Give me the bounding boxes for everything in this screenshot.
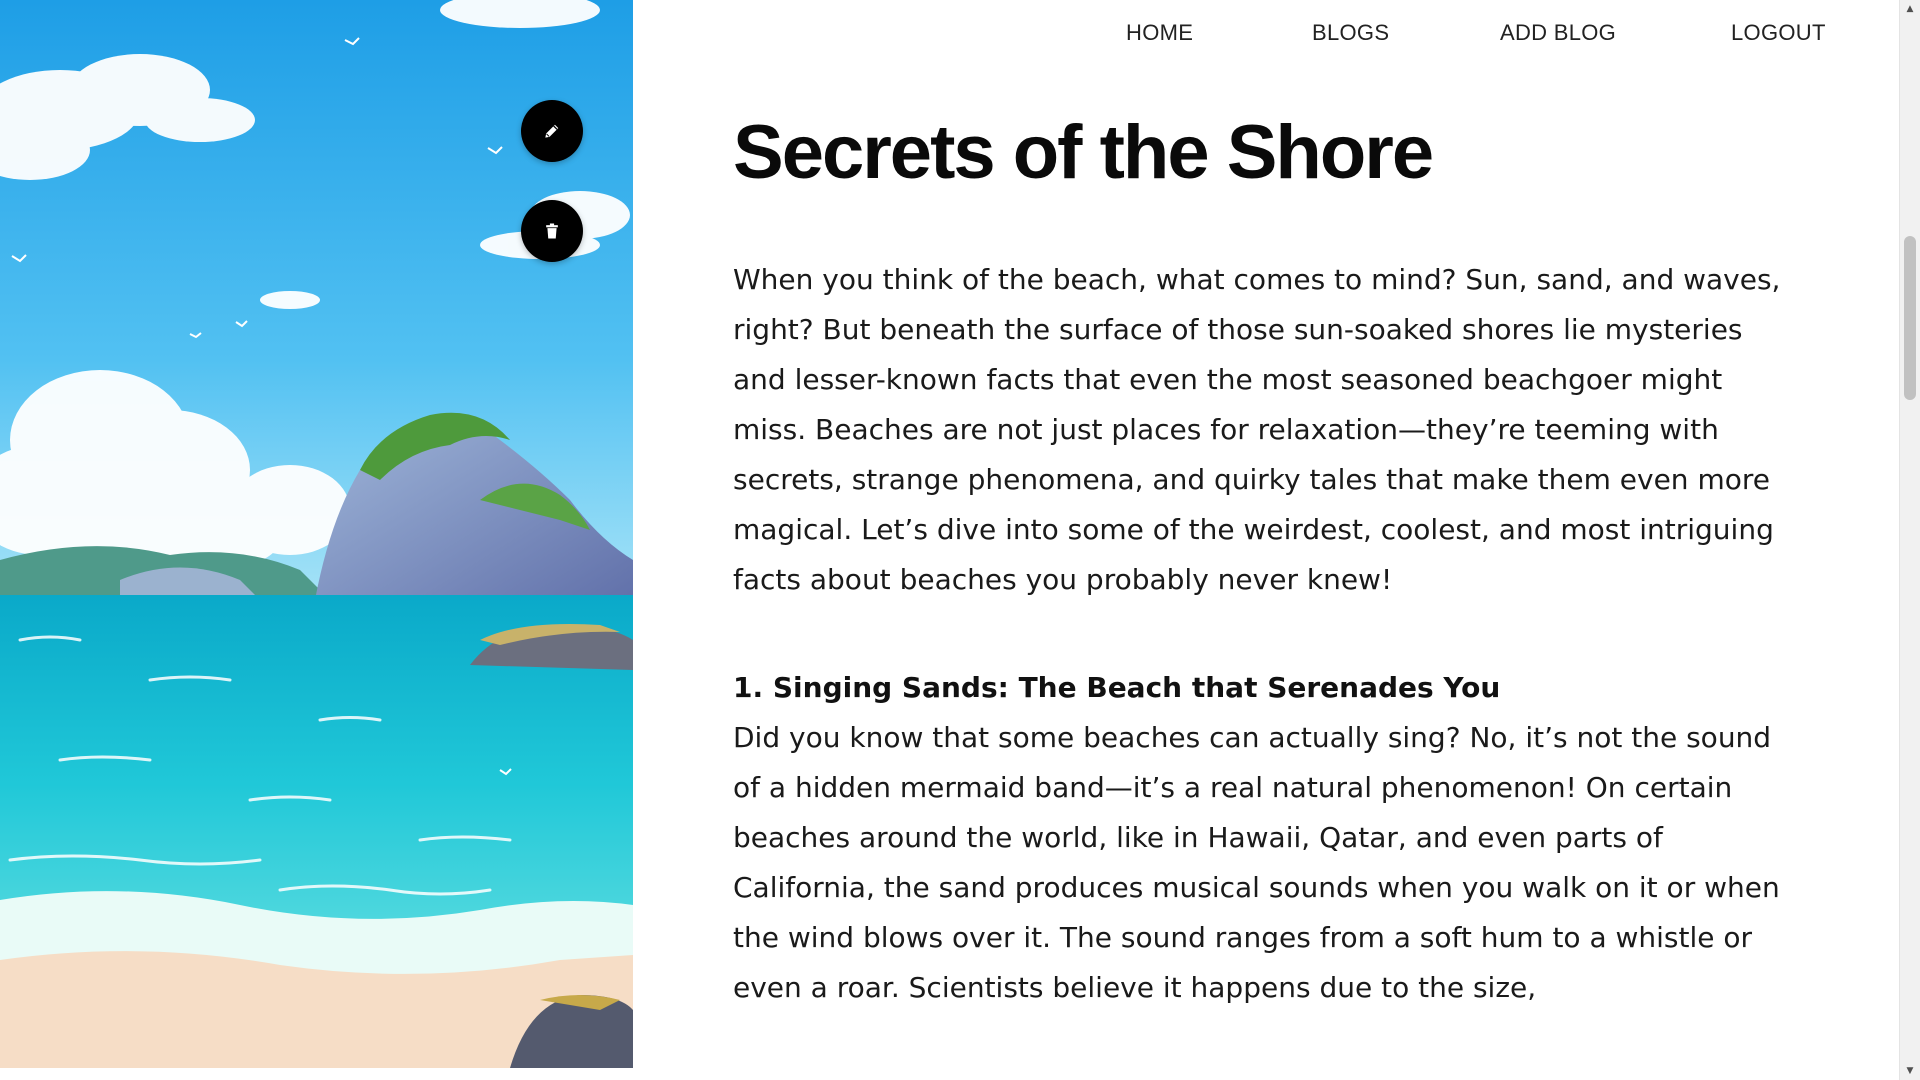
beach-illustration (0, 0, 633, 1068)
trash-icon (546, 223, 558, 239)
nav-home[interactable]: HOME (1126, 20, 1193, 46)
blog-article: Secrets of the Shore When you think of t… (733, 105, 1793, 1013)
section-heading: 1. Singing Sands: The Beach that Serenad… (733, 671, 1501, 704)
scroll-down-arrow-icon[interactable]: ▼ (1900, 1064, 1920, 1078)
nav-add-blog[interactable]: ADD BLOG (1500, 20, 1616, 46)
pencil-icon (545, 124, 559, 138)
top-nav: HOME BLOGS ADD BLOG LOGOUT (1100, 20, 1840, 56)
scroll-thumb[interactable] (1904, 236, 1916, 400)
page-scrollbar[interactable]: ▲ ▼ (1899, 0, 1920, 1080)
article-intro: When you think of the beach, what comes … (733, 263, 1781, 596)
nav-logout[interactable]: LOGOUT (1731, 20, 1826, 46)
article-title: Secrets of the Shore (733, 110, 1434, 195)
delete-blog-button[interactable] (521, 200, 583, 262)
edit-blog-button[interactable] (521, 100, 583, 162)
section-text: Did you know that some beaches can actua… (733, 721, 1780, 1004)
scroll-up-arrow-icon[interactable]: ▲ (1900, 2, 1920, 16)
hero-image (0, 0, 633, 1068)
nav-blogs[interactable]: BLOGS (1312, 20, 1389, 46)
